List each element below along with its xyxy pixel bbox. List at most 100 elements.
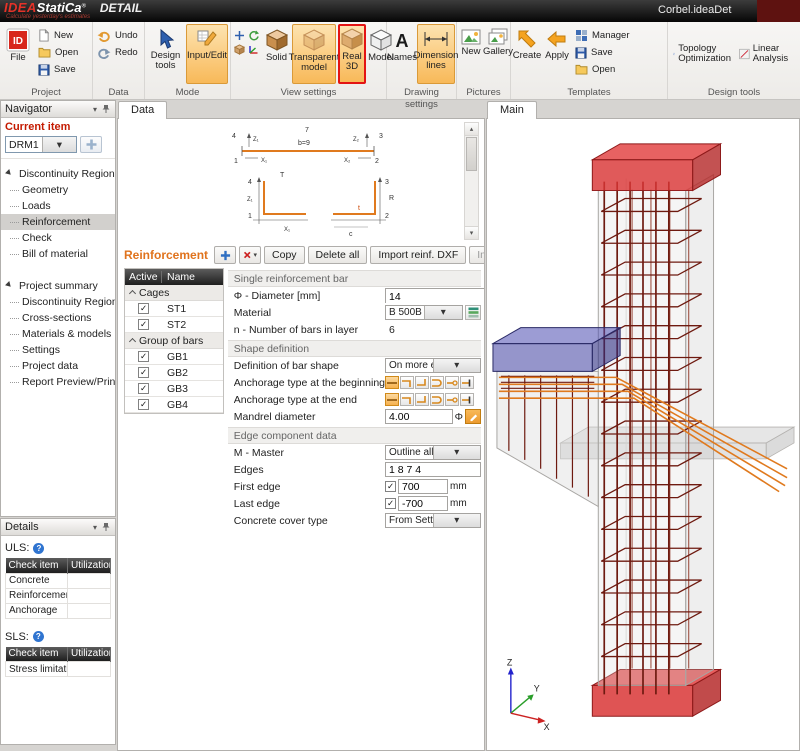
template-open-button[interactable]: Open xyxy=(573,62,632,77)
solid-view-button[interactable]: Solid xyxy=(263,24,290,84)
tree-item-project-data[interactable]: Project data xyxy=(1,358,115,374)
active-checkbox[interactable]: ✓ xyxy=(138,367,149,378)
tab-data[interactable]: Data xyxy=(118,101,167,119)
help-icon[interactable]: ? xyxy=(33,631,44,642)
axes-view-button[interactable] xyxy=(247,43,260,56)
open-button[interactable]: Open xyxy=(36,45,80,60)
tree-item-settings[interactable]: Settings xyxy=(1,342,115,358)
first-edge-checkbox[interactable]: ✓ xyxy=(385,481,396,492)
dimension-lines-button[interactable]: Dimension lines xyxy=(417,24,455,84)
current-item-select[interactable]: DRM1 ▾ xyxy=(5,136,77,153)
master-select[interactable]: Outline all members▾ xyxy=(385,445,481,460)
diagram-scrollbar[interactable]: ▴ ▾ xyxy=(464,122,479,240)
tree-section-discontinuity-region[interactable]: Discontinuity Region xyxy=(1,165,115,182)
anchorage-begin-plate-button[interactable] xyxy=(460,376,474,389)
first-edge-input[interactable] xyxy=(398,479,448,494)
tab-main[interactable]: Main xyxy=(487,101,537,119)
topology-optimization-button[interactable]: Topology Optimization xyxy=(670,24,734,84)
edges-input[interactable] xyxy=(385,462,481,477)
last-edge-input[interactable] xyxy=(398,496,448,511)
design-tools-mode-button[interactable]: Design tools xyxy=(147,24,184,84)
delete-reinforcement-button[interactable]: ▾ xyxy=(239,246,261,264)
anchorage-begin-loop-button[interactable] xyxy=(430,376,444,389)
tree-item-geometry[interactable]: Geometry xyxy=(1,182,115,198)
panel-menu-icon[interactable]: ▾ xyxy=(93,523,97,532)
anchorage-end-loop-button[interactable] xyxy=(430,393,444,406)
pan-tool-button[interactable] xyxy=(233,29,246,42)
tree-item-reinforcement[interactable]: Reinforcement xyxy=(1,214,115,230)
mandrel-edit-button[interactable] xyxy=(465,409,481,424)
add-reinforcement-button[interactable] xyxy=(214,246,236,264)
last-edge-checkbox[interactable]: ✓ xyxy=(385,498,396,509)
linear-analysis-button[interactable]: Linear Analysis xyxy=(736,24,794,84)
rotate-tool-button[interactable] xyxy=(247,29,260,42)
details-header[interactable]: Details ▾ xyxy=(1,519,115,536)
template-manager-button[interactable]: Manager xyxy=(573,28,632,43)
mandrel-input[interactable] xyxy=(385,409,453,424)
help-icon[interactable]: ? xyxy=(33,543,44,554)
navigator-header[interactable]: Navigator ▾ xyxy=(1,101,115,118)
scroll-up-icon[interactable]: ▴ xyxy=(465,123,478,136)
col-utilization[interactable]: Utilization xyxy=(68,558,111,573)
tree-section-project-summary[interactable]: Project summary xyxy=(1,277,115,294)
anchorage-begin-straight-button[interactable] xyxy=(385,376,399,389)
collapse-icon[interactable] xyxy=(129,338,136,345)
bar-shape-select[interactable]: On more edges▾ xyxy=(385,358,481,373)
template-apply-button[interactable]: Apply xyxy=(543,24,571,84)
anchorage-end-hook-down-button[interactable] xyxy=(400,393,414,406)
tree-item-loads[interactable]: Loads xyxy=(1,198,115,214)
delete-all-button[interactable]: Delete all xyxy=(308,246,368,264)
template-save-button[interactable]: Save xyxy=(573,45,632,60)
anchorage-begin-hook-down-button[interactable] xyxy=(400,376,414,389)
active-checkbox[interactable]: ✓ xyxy=(138,351,149,362)
anchorage-end-straight-button[interactable] xyxy=(385,393,399,406)
anchorage-end-plate-button[interactable] xyxy=(460,393,474,406)
anchorage-end-circle-button[interactable] xyxy=(445,393,459,406)
save-button[interactable]: Save xyxy=(36,62,80,77)
col-utilization[interactable]: Utilization xyxy=(68,647,111,662)
group-row-bars[interactable]: Group of bars xyxy=(125,333,223,349)
anchorage-begin-circle-button[interactable] xyxy=(445,376,459,389)
real-3d-button[interactable]: Real 3D xyxy=(338,24,366,84)
gallery-button[interactable]: Gallery xyxy=(485,24,511,84)
expander-icon[interactable] xyxy=(5,169,15,179)
tree-item-discontinuity-regions[interactable]: Discontinuity Regions xyxy=(1,294,115,310)
material-select[interactable]: B 500B▾ xyxy=(385,305,463,320)
group-row-cages[interactable]: Cages xyxy=(125,285,223,301)
template-create-button[interactable]: Create xyxy=(513,24,541,84)
active-checkbox[interactable]: ✓ xyxy=(138,383,149,394)
active-checkbox[interactable]: ✓ xyxy=(138,303,149,314)
pin-icon[interactable] xyxy=(101,104,111,114)
expander-icon[interactable] xyxy=(5,281,15,291)
redo-button[interactable]: Redo xyxy=(95,45,140,60)
anchorage-end-hook-up-button[interactable] xyxy=(415,393,429,406)
names-button[interactable]: A Names xyxy=(389,24,415,84)
new-picture-button[interactable]: New xyxy=(459,24,483,84)
zoom-cube-button[interactable] xyxy=(233,43,246,56)
panel-menu-icon[interactable]: ▾ xyxy=(93,105,97,114)
transparent-model-button[interactable]: Transparent model xyxy=(292,24,336,84)
tree-item-cross-sections[interactable]: Cross-sections xyxy=(1,310,115,326)
material-library-button[interactable] xyxy=(465,305,481,320)
scroll-down-icon[interactable]: ▾ xyxy=(465,226,478,239)
col-active[interactable]: Active xyxy=(125,271,162,283)
anchorage-begin-hook-up-button[interactable] xyxy=(415,376,429,389)
tree-item-materials-models[interactable]: Materials & models xyxy=(1,326,115,342)
add-region-button[interactable] xyxy=(80,136,102,153)
import-reinf-dxf-button[interactable]: Import reinf. DXF xyxy=(370,246,466,264)
col-check-item[interactable]: Check item xyxy=(6,647,68,662)
bar-count-value[interactable]: 6 xyxy=(385,324,395,336)
file-button[interactable]: ID File xyxy=(2,24,34,84)
diameter-spinner[interactable]: ▴▾ xyxy=(385,288,485,303)
col-name[interactable]: Name xyxy=(162,271,223,283)
input-edit-mode-button[interactable]: Input/Edit xyxy=(186,24,228,84)
3d-viewport[interactable]: Z Y X xyxy=(487,119,799,749)
pin-icon[interactable] xyxy=(101,522,111,532)
collapse-icon[interactable] xyxy=(129,290,136,297)
diameter-input[interactable] xyxy=(386,289,485,304)
tree-item-bill-of-material[interactable]: Bill of material xyxy=(1,246,115,262)
tree-item-report-preview[interactable]: Report Preview/Print xyxy=(1,374,115,390)
copy-button[interactable]: Copy xyxy=(264,246,305,264)
new-button[interactable]: New xyxy=(36,28,80,43)
active-checkbox[interactable]: ✓ xyxy=(138,319,149,330)
